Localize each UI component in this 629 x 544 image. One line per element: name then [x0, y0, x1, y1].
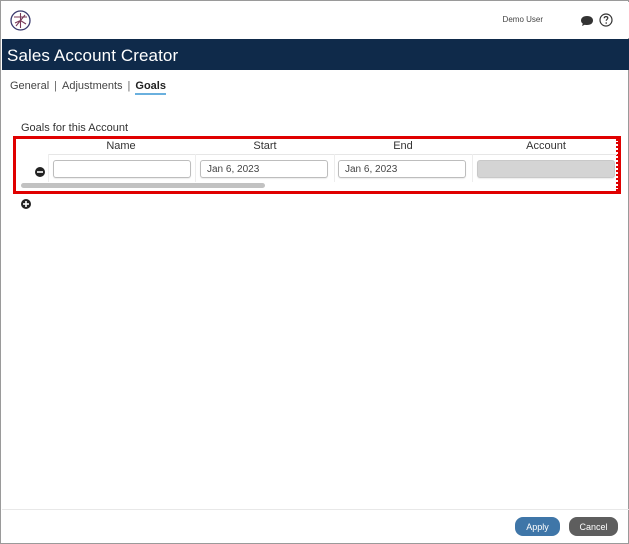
goal-name-input[interactable] [53, 160, 191, 178]
column-header-account: Account [526, 140, 566, 152]
app-window: Demo User Sales Account Creator General … [0, 0, 629, 544]
goal-end-date-input[interactable]: Jan 6, 2023 [338, 160, 466, 178]
remove-row-icon[interactable] [35, 164, 45, 177]
tab-bar: General | Adjustments | Goals [10, 78, 166, 95]
footer-divider [2, 509, 629, 510]
goal-account-input [477, 160, 615, 178]
column-header-name: Name [106, 140, 136, 152]
compass-logo-icon[interactable] [10, 10, 31, 31]
chat-bubble-icon[interactable] [580, 14, 594, 26]
header-divider [48, 154, 617, 155]
column-divider [472, 154, 473, 182]
tab-separator: | [127, 80, 131, 92]
goals-section-label: Goals for this Account [21, 122, 128, 134]
cancel-button[interactable]: Cancel [569, 517, 618, 536]
title-bar: Sales Account Creator [2, 39, 629, 70]
user-name[interactable]: Demo User [503, 15, 543, 24]
column-divider [195, 154, 196, 182]
scrollbar-thumb[interactable] [21, 183, 265, 188]
tab-adjustments[interactable]: Adjustments [62, 80, 123, 92]
column-header-start: Start [253, 140, 277, 152]
goals-table: Name Start End Account Jan 6, 2023 Jan 6… [30, 139, 617, 185]
top-bar: Demo User [2, 2, 629, 38]
tab-general[interactable]: General [10, 80, 49, 92]
column-divider [334, 154, 335, 182]
horizontal-scrollbar[interactable] [21, 183, 617, 188]
add-row-icon[interactable] [21, 196, 31, 209]
help-circle-icon[interactable] [599, 13, 613, 27]
column-divider [48, 154, 49, 182]
apply-button[interactable]: Apply [515, 517, 560, 536]
goal-start-date-input[interactable]: Jan 6, 2023 [200, 160, 328, 178]
column-header-end: End [393, 140, 413, 152]
tab-separator: | [54, 80, 57, 92]
page-title: Sales Account Creator [7, 46, 179, 65]
tab-goals[interactable]: Goals [135, 80, 166, 95]
